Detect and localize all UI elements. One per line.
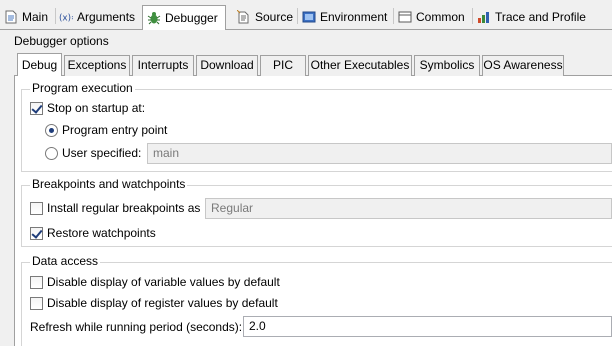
tab-trace-profile-label: Trace and Profile [495, 10, 586, 24]
radio-selected-icon [45, 123, 58, 137]
checkbox-unchecked-icon [30, 275, 43, 289]
user-specified-radio[interactable]: User specified: [45, 146, 141, 160]
tab-source[interactable]: Source [237, 6, 293, 28]
debugger-options-tabs: Debug Exceptions Interrupts Download PIC… [14, 53, 612, 77]
checkbox-checked-icon [30, 226, 43, 240]
tab-separator [297, 8, 298, 24]
tab-separator [55, 8, 56, 24]
radio-unselected-icon [45, 146, 58, 160]
tab-source-label: Source [255, 10, 294, 24]
program-entry-point-radio[interactable]: Program entry point [45, 123, 167, 137]
common-icon [398, 10, 412, 24]
tab-other-executables[interactable]: Other Executables [308, 55, 412, 76]
tab-common[interactable]: Common [398, 6, 465, 28]
tab-os-awareness[interactable]: OS Awareness [482, 55, 564, 76]
refresh-period-input[interactable]: 2.0 [243, 316, 612, 337]
refresh-period-label: Refresh while running period (seconds): [30, 320, 243, 334]
svg-text:(x)=: (x)= [59, 14, 73, 24]
tab-main[interactable]: Main [4, 6, 48, 28]
environment-icon [302, 10, 316, 24]
trace-profile-icon [477, 10, 491, 24]
arguments-icon: (x)= [59, 10, 73, 24]
source-icon [237, 10, 251, 24]
user-specified-label: User specified: [62, 146, 142, 160]
install-breakpoints-checkbox[interactable]: Install regular breakpoints as [30, 201, 200, 215]
data-access-title: Data access [30, 254, 101, 268]
main-icon [4, 10, 18, 24]
tab-debugger[interactable]: Debugger [142, 5, 226, 31]
tab-symbolics[interactable]: Symbolics [414, 55, 480, 76]
tab-separator [393, 8, 394, 24]
tab-debugger-label: Debugger [165, 10, 218, 25]
stop-on-startup-label: Stop on startup at: [47, 101, 146, 115]
debugger-options-legend: Debugger options [14, 34, 109, 48]
program-execution-title: Program execution [30, 81, 135, 95]
restore-watchpoints-label: Restore watchpoints [47, 226, 156, 240]
tab-separator [472, 8, 473, 24]
stop-on-startup-checkbox[interactable]: Stop on startup at: [30, 101, 145, 115]
checkbox-checked-icon [30, 101, 43, 115]
disable-variable-values-label: Disable display of variable values by de… [47, 275, 280, 289]
tab-arguments-label: Arguments [77, 10, 136, 24]
tab-download[interactable]: Download [196, 55, 258, 76]
disable-variable-values-checkbox[interactable]: Disable display of variable values by de… [30, 275, 280, 289]
tab-environment-label: Environment [320, 10, 388, 24]
restore-watchpoints-checkbox[interactable]: Restore watchpoints [30, 226, 156, 240]
tab-arguments[interactable]: (x)= Arguments [59, 6, 135, 28]
breakpoints-title: Breakpoints and watchpoints [30, 177, 188, 191]
tab-exceptions[interactable]: Exceptions [64, 55, 130, 76]
tab-trace-profile[interactable]: Trace and Profile [477, 6, 586, 28]
checkbox-unchecked-icon [30, 296, 43, 310]
program-entry-point-label: Program entry point [62, 123, 168, 137]
install-breakpoints-label: Install regular breakpoints as [47, 201, 201, 215]
tab-interrupts[interactable]: Interrupts [132, 55, 194, 76]
tab-environment[interactable]: Environment [302, 6, 387, 28]
debugger-icon [147, 11, 161, 25]
tab-common-label: Common [416, 10, 465, 24]
user-specified-input[interactable]: main [147, 143, 612, 164]
disable-register-values-label: Disable display of register values by de… [47, 296, 278, 310]
tab-pic[interactable]: PIC [260, 55, 306, 76]
tab-main-label: Main [22, 10, 49, 24]
checkbox-unchecked-icon [30, 201, 43, 215]
launch-config-tabs: Main (x)= Arguments Debugger Source Envi… [0, 0, 612, 31]
tab-debug[interactable]: Debug [17, 53, 62, 77]
breakpoint-type-select[interactable]: Regular [205, 198, 612, 219]
disable-register-values-checkbox[interactable]: Disable display of register values by de… [30, 296, 278, 310]
